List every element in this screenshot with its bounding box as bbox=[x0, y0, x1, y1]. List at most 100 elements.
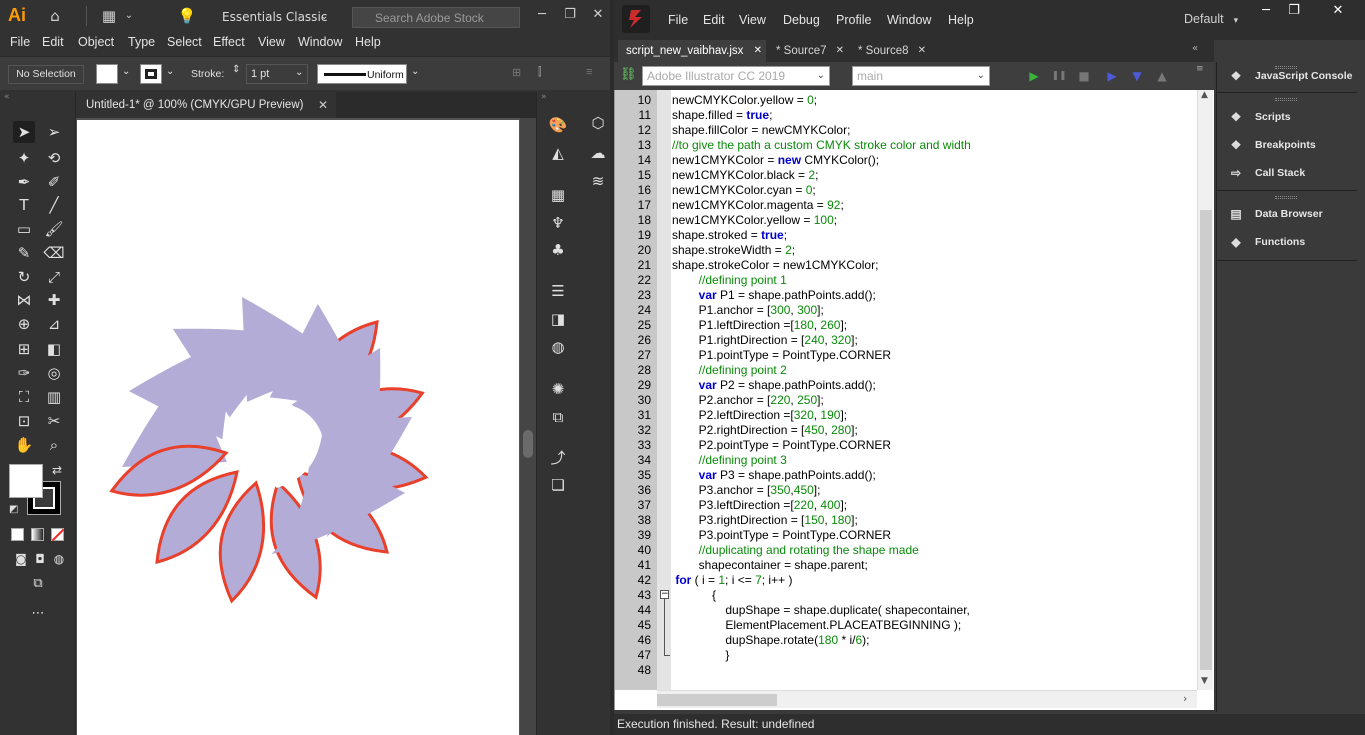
fill-color-box[interactable] bbox=[9, 464, 43, 498]
line-number[interactable]: 45 bbox=[615, 618, 651, 633]
options-icon[interactable]: ≡ bbox=[1196, 64, 1204, 74]
none-mode-icon[interactable] bbox=[51, 528, 65, 542]
engine-select[interactable]: main ⌄ bbox=[852, 66, 990, 86]
line-number[interactable]: 20 bbox=[615, 243, 651, 258]
menu-window[interactable]: Window bbox=[298, 35, 342, 49]
menu-view[interactable]: View bbox=[739, 13, 766, 27]
line-number[interactable]: 47 bbox=[615, 648, 651, 663]
code-line[interactable]: for ( i = 1; i <= 7; i++ ) bbox=[672, 573, 792, 588]
canvas[interactable] bbox=[76, 118, 536, 735]
menu-effect[interactable]: Effect bbox=[213, 35, 245, 49]
transparency-icon[interactable]: ◍ bbox=[547, 336, 569, 358]
call-stack-panel[interactable]: ⇨ Call Stack bbox=[1217, 162, 1357, 184]
layers-icon[interactable]: ≋ bbox=[587, 170, 609, 192]
gradient-panel-icon[interactable]: ◨ bbox=[547, 308, 569, 330]
code-line[interactable]: var P2 = shape.pathPoints.add(); bbox=[672, 378, 876, 393]
collapse-icon[interactable]: « bbox=[4, 92, 10, 102]
line-number[interactable]: 11 bbox=[615, 108, 651, 123]
menu-icon[interactable]: ≡ bbox=[586, 66, 592, 78]
code-line[interactable]: ElementPlacement.PLACEATBEGINNING ); bbox=[672, 618, 961, 633]
line-number[interactable]: 40 bbox=[615, 543, 651, 558]
align-icon[interactable]: ⫿ bbox=[538, 66, 542, 79]
default-colors-icon[interactable]: ◩ bbox=[9, 504, 18, 515]
export-icon[interactable]: ⤴ bbox=[547, 447, 569, 469]
code-line[interactable]: new1CMYKColor.yellow = 100; bbox=[672, 213, 837, 228]
minimize-icon[interactable]: ─ bbox=[530, 4, 554, 26]
shaper-tool-icon[interactable]: ✎ bbox=[13, 242, 35, 264]
stock-search-input[interactable] bbox=[352, 7, 520, 28]
panel-grip[interactable] bbox=[1275, 98, 1297, 101]
color-guide-icon[interactable]: ◭ bbox=[547, 142, 569, 164]
menu-help[interactable]: Help bbox=[355, 35, 381, 49]
swap-colors-icon[interactable]: ⇄ bbox=[52, 463, 62, 477]
code-editor[interactable]: 10 11 12 13 14 15 16 17 18 19 20 21 22 23 24 25 26 27 28 29… bbox=[614, 90, 1214, 710]
code-line[interactable]: shape.strokeWidth = 2; bbox=[672, 243, 795, 258]
menu-select[interactable]: Select bbox=[167, 35, 202, 49]
stroke-profile-select[interactable]: Uniform bbox=[317, 64, 407, 84]
editor-vertical-scroll-thumb[interactable] bbox=[1200, 210, 1212, 670]
artboard[interactable] bbox=[77, 120, 519, 735]
restore-icon[interactable]: ❐ bbox=[1282, 0, 1306, 22]
brushes-icon[interactable]: ♆ bbox=[547, 212, 569, 234]
pen-tool-icon[interactable]: ✒ bbox=[13, 171, 35, 193]
code-line[interactable]: //defining point 1 bbox=[672, 273, 787, 288]
code-line[interactable]: shape.stroked = true; bbox=[672, 228, 787, 243]
line-number[interactable]: 26 bbox=[615, 333, 651, 348]
panel-grip[interactable] bbox=[1275, 196, 1297, 199]
stroke-swatch[interactable] bbox=[140, 64, 162, 84]
chevron-down-icon[interactable]: ⌄ bbox=[122, 66, 130, 77]
scripts-panel[interactable]: ❖ Scripts bbox=[1217, 106, 1357, 128]
pause-icon[interactable]: ❚❚ bbox=[1051, 68, 1067, 84]
javascript-console-panel[interactable]: ❖ JavaScript Console bbox=[1217, 65, 1357, 87]
arrange-documents-icon[interactable]: ▦ bbox=[98, 6, 120, 26]
draw-inside-icon[interactable]: ◍ bbox=[48, 548, 70, 570]
close-icon[interactable]: ✕ bbox=[754, 40, 762, 62]
selection-tool-icon[interactable]: ➤ bbox=[13, 121, 35, 143]
rectangle-tool-icon[interactable]: ▭ bbox=[13, 218, 35, 240]
lightbulb-icon[interactable]: 💡 bbox=[176, 6, 198, 26]
code-line[interactable]: shape.filled = true; bbox=[672, 108, 772, 123]
stop-icon[interactable]: ■ bbox=[1076, 68, 1092, 84]
swatches-icon[interactable]: ▦ bbox=[547, 184, 569, 206]
code-line[interactable]: var P1 = shape.pathPoints.add(); bbox=[672, 288, 876, 303]
code-line[interactable]: new1CMYKColor.black = 2; bbox=[672, 168, 818, 183]
stepper-icon[interactable]: ⇕ bbox=[232, 64, 240, 75]
scroll-down-icon[interactable]: ▼ bbox=[1201, 676, 1208, 686]
canvas-scrollbar[interactable] bbox=[520, 118, 536, 735]
width-tool-icon[interactable]: ⋈ bbox=[13, 289, 35, 311]
collapse-icon[interactable]: » bbox=[541, 92, 547, 102]
minimize-icon[interactable]: ─ bbox=[1254, 0, 1278, 22]
code-line[interactable]: dupShape = shape.duplicate( shapecontain… bbox=[672, 603, 970, 618]
menu-file[interactable]: File bbox=[668, 13, 688, 27]
line-number[interactable]: 13 bbox=[615, 138, 651, 153]
editor-vertical-scrollbar[interactable]: ▲ ▼ bbox=[1197, 90, 1213, 690]
menu-object[interactable]: Object bbox=[78, 35, 114, 49]
line-number[interactable]: 36 bbox=[615, 483, 651, 498]
code-line[interactable]: //duplicating and rotating the shape mad… bbox=[672, 543, 919, 558]
menu-edit[interactable]: Edit bbox=[42, 35, 64, 49]
code-line[interactable]: shape.strokeColor = new1CMYKColor; bbox=[672, 258, 878, 273]
menu-edit[interactable]: Edit bbox=[703, 13, 725, 27]
menu-view[interactable]: View bbox=[258, 35, 285, 49]
close-icon[interactable]: ✕ bbox=[918, 40, 926, 62]
line-number[interactable]: 33 bbox=[615, 438, 651, 453]
code-line[interactable]: //defining point 2 bbox=[672, 363, 787, 378]
collapse-icon[interactable]: « bbox=[1192, 43, 1198, 54]
scroll-right-icon[interactable]: › bbox=[1183, 692, 1187, 705]
menu-help[interactable]: Help bbox=[948, 13, 974, 27]
functions-panel[interactable]: ◆ Functions bbox=[1217, 231, 1357, 253]
menu-window[interactable]: Window bbox=[887, 13, 931, 27]
lasso-icon[interactable]: ⟲ bbox=[43, 147, 65, 169]
line-number[interactable]: 29 bbox=[615, 378, 651, 393]
code-line[interactable]: P1.leftDirection =[180, 260]; bbox=[672, 318, 847, 333]
line-number[interactable]: 46 bbox=[615, 633, 651, 648]
close-icon[interactable]: ✕ bbox=[836, 40, 844, 62]
grid-icon[interactable]: ⊞ bbox=[512, 66, 521, 79]
code-line[interactable]: newCMYKColor.yellow = 0; bbox=[672, 93, 817, 108]
code-line[interactable]: new1CMYKColor.cyan = 0; bbox=[672, 183, 816, 198]
scroll-up-icon[interactable]: ▲ bbox=[1201, 90, 1208, 100]
code-line[interactable]: new1CMYKColor.magenta = 92; bbox=[672, 198, 844, 213]
restore-icon[interactable]: ❐ bbox=[558, 4, 582, 26]
code-line[interactable]: P2.rightDirection = [450, 280]; bbox=[672, 423, 858, 438]
close-icon[interactable]: ✕ bbox=[318, 92, 332, 118]
